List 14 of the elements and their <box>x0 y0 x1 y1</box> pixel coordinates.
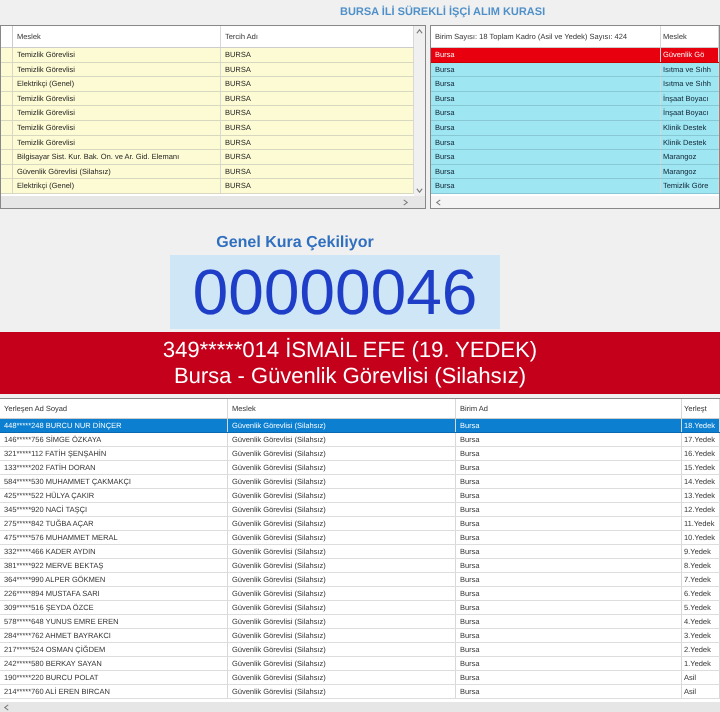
draw-heading: Genel Kura Çekiliyor <box>216 233 374 253</box>
result-line: 349*****014 İSMAİL EFE (19. YEDEK) <box>162 337 538 363</box>
draw-counter: 00000046 <box>170 255 500 329</box>
page-title: BURSA İLİ SÜREKLİ İŞÇİ ALIM KURASI <box>340 4 546 20</box>
scroll-left-icon[interactable] <box>435 198 442 206</box>
scroll-down-icon[interactable] <box>416 187 423 194</box>
horizontal-scrollbar[interactable] <box>1 196 425 208</box>
horizontal-scrollbar[interactable] <box>0 702 720 712</box>
vertical-scrollbar[interactable] <box>414 26 425 196</box>
result-line: Bursa - Güvenlik Görevlisi (Silahsız) <box>174 363 526 389</box>
scroll-right-icon[interactable] <box>402 198 409 206</box>
scroll-left-icon[interactable] <box>3 704 10 710</box>
scroll-up-icon[interactable] <box>416 28 423 35</box>
horizontal-scrollbar[interactable] <box>431 196 719 208</box>
